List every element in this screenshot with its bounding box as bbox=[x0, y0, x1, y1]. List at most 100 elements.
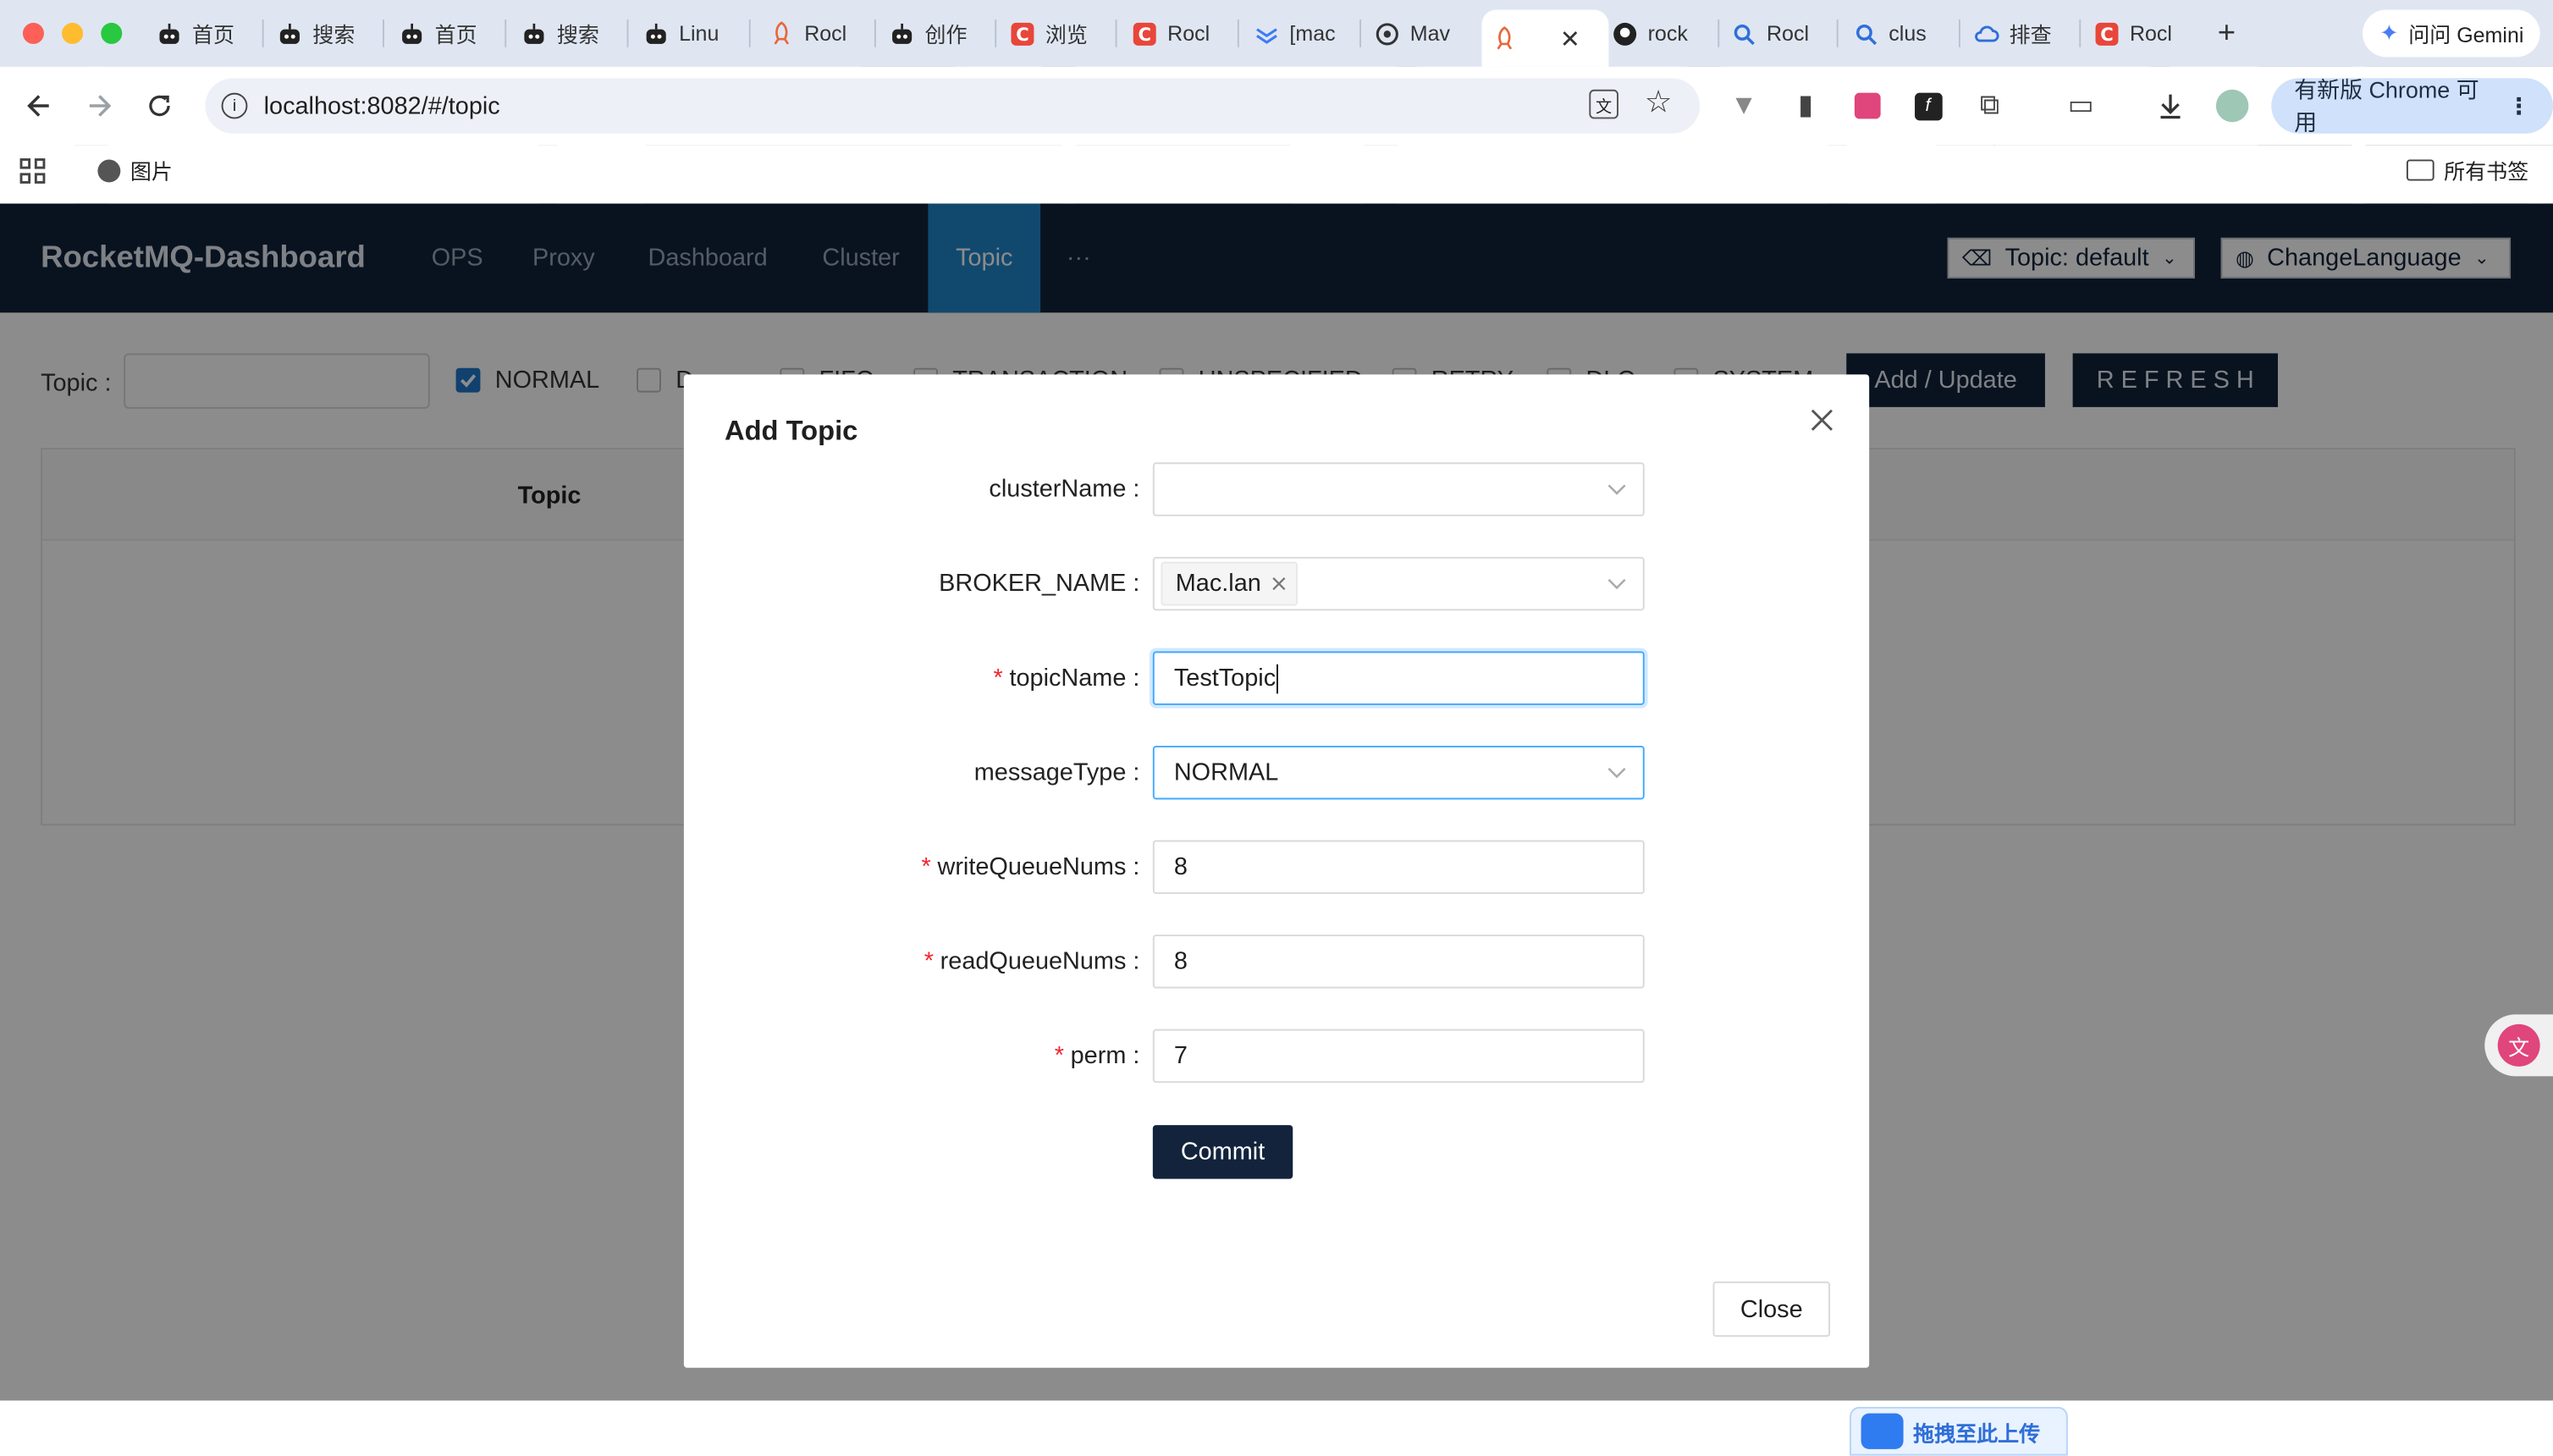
close-button[interactable]: Close bbox=[1713, 1282, 1830, 1337]
browser-tab[interactable]: ✕ bbox=[1481, 10, 1608, 67]
cluster-name-label: clusterName : bbox=[684, 476, 1140, 504]
tab-separator bbox=[1837, 19, 1839, 47]
rocket-icon bbox=[1492, 25, 1518, 52]
browser-tab[interactable]: Linu bbox=[633, 10, 764, 58]
translate-icon[interactable]: 文 bbox=[1589, 90, 1618, 119]
browser-tab[interactable]: 首页 bbox=[389, 10, 520, 58]
browser-tab[interactable]: clus bbox=[1843, 10, 1973, 58]
phone-extension-icon[interactable]: ▮ bbox=[1784, 85, 1827, 127]
tag-remove-icon[interactable] bbox=[1271, 576, 1285, 591]
dialog-title: Add Topic bbox=[725, 415, 857, 447]
back-arrow-icon[interactable] bbox=[18, 85, 60, 127]
tab-label: 首页 bbox=[435, 18, 477, 49]
tab-separator bbox=[1959, 19, 1960, 47]
tab-label: Rocl bbox=[804, 21, 846, 46]
perm-input[interactable]: 7 bbox=[1153, 1029, 1645, 1083]
message-type-select[interactable]: NORMAL bbox=[1153, 746, 1645, 799]
svg-text:C: C bbox=[1138, 23, 1151, 44]
more-menu-icon[interactable]: ⋮ bbox=[2507, 92, 2530, 120]
vue-devtools-icon[interactable]: ▼ bbox=[1723, 85, 1765, 127]
read-queue-nums-label-text: readQueueNums bbox=[940, 947, 1127, 975]
topic-name-label: * topicName : bbox=[684, 665, 1140, 692]
gemini-label: 问问 Gemini bbox=[2408, 18, 2523, 49]
browser-tab[interactable]: Mav bbox=[1365, 10, 1495, 58]
robot-icon bbox=[399, 20, 425, 47]
url-text[interactable]: localhost:8082/#/topic bbox=[264, 92, 500, 120]
colon: : bbox=[1133, 665, 1139, 692]
browser-tab[interactable]: 创作 bbox=[879, 10, 1010, 58]
close-icon[interactable] bbox=[1804, 404, 1839, 439]
apps-grid-icon[interactable] bbox=[19, 158, 46, 185]
browser-tab[interactable]: rock bbox=[1602, 10, 1733, 58]
bookmark-star-icon[interactable]: ☆ bbox=[1645, 85, 1673, 122]
chrome-update-button[interactable]: 有新版 Chrome 可用 ⋮ bbox=[2271, 78, 2553, 133]
formula-extension-icon[interactable]: f bbox=[1906, 85, 1949, 127]
tab-label: Rocl bbox=[1167, 21, 1210, 46]
write-queue-nums-input[interactable]: 8 bbox=[1153, 841, 1645, 894]
close-tab-icon[interactable]: ✕ bbox=[1560, 24, 1580, 53]
browser-tab[interactable]: Rocl bbox=[1721, 10, 1851, 58]
write-queue-nums-label-text: writeQueueNums bbox=[937, 853, 1126, 881]
forward-arrow-icon[interactable] bbox=[78, 85, 120, 127]
upload-drop-zone[interactable]: 拖拽至此上传 bbox=[1850, 1407, 2068, 1456]
colon: : bbox=[1133, 1042, 1139, 1070]
browser-tab[interactable]: C Rocl bbox=[1122, 10, 1252, 58]
tab-label: 搜索 bbox=[557, 18, 599, 49]
browser-tab[interactable]: C Rocl bbox=[2084, 10, 2214, 58]
colon: : bbox=[1133, 853, 1139, 881]
minimize-window-button[interactable] bbox=[62, 23, 83, 44]
cluster-name-select[interactable] bbox=[1153, 462, 1645, 516]
new-tab-button[interactable]: + bbox=[2208, 10, 2245, 58]
read-queue-nums-input[interactable]: 8 bbox=[1153, 935, 1645, 988]
chrome-update-label: 有新版 Chrome 可用 bbox=[2294, 74, 2495, 139]
download-icon[interactable] bbox=[2149, 85, 2192, 127]
tab-label: 排查 bbox=[2010, 18, 2052, 49]
browser-tab-bar: 首页 搜索 首页 搜索 Linu Rocl 创作 C 浏览 C Rocl [mac Mav ✕ rock Ro… bbox=[0, 0, 2553, 67]
profile-avatar[interactable] bbox=[2211, 85, 2253, 127]
browser-tab[interactable]: 搜索 bbox=[267, 10, 397, 58]
address-bar[interactable]: i localhost:8082/#/topic 文 ☆ bbox=[205, 78, 1700, 133]
broker-tag: Mac.lan bbox=[1161, 562, 1297, 606]
extension-pink-icon[interactable] bbox=[1846, 85, 1889, 127]
site-info-icon[interactable]: i bbox=[222, 93, 248, 119]
maximize-window-button[interactable] bbox=[101, 23, 122, 44]
required-mark: * bbox=[924, 947, 934, 975]
tab-separator bbox=[749, 19, 751, 47]
browser-tab[interactable]: C 浏览 bbox=[1000, 10, 1130, 58]
topic-name-input[interactable]: TestTopic bbox=[1153, 651, 1645, 704]
browser-tab[interactable]: 首页 bbox=[146, 10, 277, 58]
floating-translate-button[interactable]: 文 bbox=[2484, 1014, 2553, 1076]
bookmark-item-images[interactable]: 图片 bbox=[97, 155, 173, 186]
robot-icon bbox=[643, 20, 670, 47]
svg-text:C: C bbox=[2100, 23, 2114, 44]
browser-tab[interactable]: Rocl bbox=[758, 10, 889, 58]
tab-separator bbox=[995, 19, 996, 47]
commit-button[interactable]: Commit bbox=[1153, 1125, 1293, 1178]
browser-tab[interactable]: 排查 bbox=[1964, 10, 2094, 58]
gemini-button[interactable]: ✦ 问问 Gemini bbox=[2363, 10, 2540, 58]
baidu-cloud-icon bbox=[1861, 1414, 1904, 1449]
robot-icon bbox=[521, 20, 548, 47]
broker-tag-label: Mac.lan bbox=[1176, 570, 1261, 598]
close-window-button[interactable] bbox=[23, 23, 44, 44]
perm-label-text: perm bbox=[1071, 1042, 1127, 1070]
globe-icon bbox=[97, 159, 120, 182]
broker-name-select[interactable]: Mac.lan bbox=[1153, 557, 1645, 610]
all-bookmarks[interactable]: 所有书签 bbox=[2407, 155, 2528, 186]
perm-value: 7 bbox=[1174, 1042, 1188, 1070]
extensions-puzzle-icon[interactable]: ⧉ bbox=[1969, 85, 2011, 127]
browser-tab[interactable]: [mac bbox=[1244, 10, 1375, 58]
colon: : bbox=[1133, 570, 1139, 598]
required-mark: * bbox=[922, 853, 931, 881]
app-viewport: RocketMQ-Dashboard OPS Proxy Dashboard C… bbox=[0, 203, 2553, 1400]
search-icon bbox=[1853, 20, 1879, 47]
csdn-icon: C bbox=[1010, 20, 1036, 47]
tab-separator bbox=[262, 19, 264, 47]
reload-icon[interactable] bbox=[138, 85, 180, 127]
browser-tab[interactable]: 搜索 bbox=[511, 10, 642, 58]
tab-separator bbox=[1238, 19, 1239, 47]
feishu-icon bbox=[1254, 20, 1280, 47]
robot-icon bbox=[157, 20, 183, 47]
reading-list-icon[interactable]: ▭ bbox=[2059, 85, 2102, 127]
svg-text:C: C bbox=[1016, 23, 1029, 44]
